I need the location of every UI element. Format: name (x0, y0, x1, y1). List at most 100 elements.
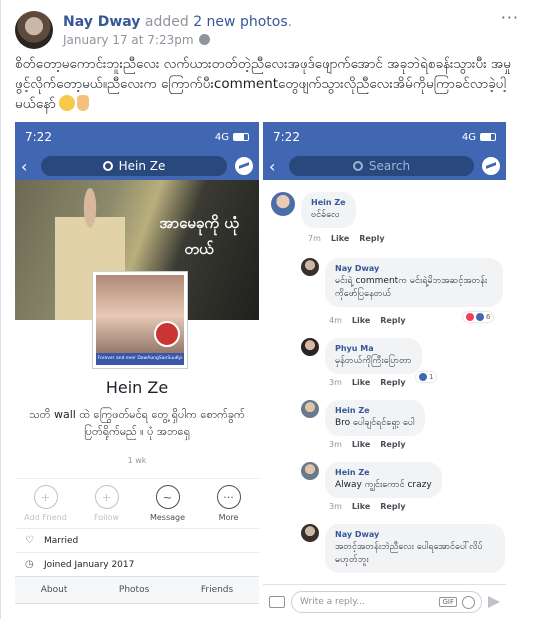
commenter-avatar[interactable] (301, 524, 319, 542)
comment-author[interactable]: Nay Dway (335, 264, 493, 273)
profile-screenshot[interactable]: 7:22 4G ‹ Hein Ze အာမေခုကို ယုံတယ် Forev… (15, 122, 259, 619)
comment-text: အတင့်အတန်းဘဲညီလေး ပေါရအောင်ပေါ်လိပ်မဟုတ်… (335, 542, 483, 565)
search-text: Hein Ze (118, 159, 166, 173)
like-link[interactable]: Like (352, 502, 370, 511)
composer-tools: GIF (439, 595, 475, 609)
grin-emoji-icon (58, 95, 75, 111)
comment-meta: 3m Like Reply (329, 502, 406, 511)
comment-time: 7m (308, 234, 321, 243)
profile-name: Hein Ze (105, 378, 169, 397)
like-reaction-icon (419, 373, 427, 381)
comment-bubble: Nay Dway မင်းရဲ့ commentက မင်းရဲ့မိဘအဆင့်… (325, 258, 503, 307)
commenter-avatar[interactable] (301, 338, 319, 356)
follow-button[interactable]: + Follow (79, 485, 134, 528)
back-arrow-icon[interactable]: ‹ (21, 157, 33, 176)
info-married: ♡ Married (15, 528, 259, 552)
messenger-icon[interactable] (235, 157, 253, 175)
commenter-avatar[interactable] (301, 400, 319, 418)
follow-icon: + (94, 485, 119, 509)
commenter-avatar[interactable] (301, 462, 319, 480)
back-arrow-icon[interactable]: ‹ (269, 157, 281, 176)
like-link[interactable]: Like (331, 234, 349, 243)
commenter-avatar[interactable] (301, 258, 319, 276)
comment-author[interactable]: Hein Ze (311, 198, 346, 207)
globe-icon (198, 34, 210, 45)
message-button[interactable]: ~ Message (140, 485, 195, 528)
action-verb: added (144, 13, 189, 30)
profile-tabs: About Photos Friends (15, 576, 259, 604)
comment-author[interactable]: Hein Ze (335, 406, 415, 415)
comment-text: မှန်တယ်ကိုကြီးပြောတာ (335, 356, 412, 366)
send-icon[interactable] (488, 596, 500, 608)
comment-bubble: Hein Ze Bro ပေါချင်ရင်ရှော့ ပေါ (325, 400, 425, 436)
battery-icon (233, 133, 249, 141)
status-indicators: 4G (462, 132, 496, 143)
reaction-count[interactable]: 6 (463, 312, 494, 322)
nav-bar: ‹ Search (263, 152, 506, 180)
caption-text: စိတ်တော့မကောင်းဘူးညီလေး လက်ယားတတ်တဲ့ညီလေ… (15, 56, 512, 112)
sticker-icon[interactable] (462, 595, 475, 609)
status-time: 7:22 (25, 130, 52, 144)
post-caption: စိတ်တော့မကောင်းဘူးညီလေး လက်ယားတတ်တဲ့ညီလေ… (15, 54, 521, 114)
photos-link[interactable]: 2 new photos (193, 14, 287, 30)
reaction-count[interactable]: 1 (416, 372, 437, 382)
reply-link[interactable]: Reply (380, 378, 405, 387)
reply-link[interactable]: Reply (359, 234, 384, 243)
author-avatar[interactable] (15, 11, 53, 49)
status-indicators: 4G (215, 132, 249, 143)
info-joined-text: Joined January 2017 (44, 559, 135, 570)
reply-link[interactable]: Reply (380, 440, 405, 449)
reply-link[interactable]: Reply (380, 316, 405, 325)
profile-actions: + Add Friend + Follow ~ Message ··· More (15, 478, 259, 528)
comment-author[interactable]: Nay Dway (335, 530, 495, 539)
more-button[interactable]: ··· More (201, 485, 256, 528)
commenter-avatar[interactable] (271, 192, 295, 216)
comment-bubble: Hein Ze Alway ကျွင်းကောင် crazy (325, 462, 442, 498)
comment-author[interactable]: Hein Ze (335, 468, 432, 477)
comment-meta: 3m Like Reply (329, 440, 406, 449)
network-label: 4G (461, 131, 476, 143)
reply-link[interactable]: Reply (380, 502, 405, 511)
reaction-total: 1 (429, 373, 434, 381)
comment-bubble: Hein Ze ဗင်ခ်လေ (301, 192, 356, 228)
comments-screenshot[interactable]: 7:22 4G ‹ Search Hein Ze ဗင်ခ်လေ 7m Like Re… (263, 122, 506, 619)
message-label: Message (149, 513, 186, 522)
comment-author[interactable]: Phyu Ma (335, 344, 412, 353)
post-action: added 2 new photos. (145, 14, 292, 30)
tab-about[interactable]: About (41, 585, 68, 595)
camera-icon[interactable] (269, 596, 285, 608)
more-label: More (218, 513, 239, 522)
comment: Hein Ze Bro ပေါချင်ရင်ရှော့ ပေါ (301, 400, 425, 436)
post-meta: January 17 at 7:23pm (63, 33, 292, 47)
comment: Hein Ze Alway ကျွင်းကောင် crazy (301, 462, 442, 498)
reply-input[interactable]: Write a reply... GIF (291, 591, 482, 613)
like-link[interactable]: Like (352, 440, 370, 449)
reply-placeholder: Write a reply... (300, 597, 365, 607)
comment-meta: 3m Like Reply (329, 378, 406, 387)
comment-text: Bro ပေါချင်ရင်ရှော့ ပေါ (335, 418, 415, 428)
search-bar[interactable]: Search (289, 156, 474, 176)
more-icon: ··· (216, 485, 241, 509)
post-header: Nay Dway added 2 new photos. January 17 … (15, 10, 292, 50)
messenger-icon[interactable] (482, 157, 500, 175)
comment-time: 3m (329, 440, 342, 449)
profile-picture[interactable]: Forever and ever DawAungSanSuuKyi (93, 272, 187, 368)
post-timestamp[interactable]: January 17 at 7:23pm (63, 33, 194, 47)
more-options-icon[interactable]: ··· (501, 8, 519, 27)
like-link[interactable]: Like (352, 378, 370, 387)
gif-icon[interactable]: GIF (439, 597, 457, 607)
add-friend-button[interactable]: + Add Friend (18, 485, 73, 528)
search-bar[interactable]: Hein Ze (41, 156, 227, 176)
comment: Phyu Ma မှန်တယ်ကိုကြီးပြောတာ (301, 338, 422, 374)
heart-icon: ♡ (25, 534, 34, 546)
comment: Nay Dway အတင့်အတန်းဘဲညီလေး ပေါရအောင်ပေါ်လ… (301, 524, 505, 573)
tab-friends[interactable]: Friends (201, 585, 233, 595)
author-name[interactable]: Nay Dway (63, 14, 140, 30)
tab-photos[interactable]: Photos (119, 585, 149, 595)
comment-time: 4m (329, 316, 342, 325)
facebook-post: Nay Dway added 2 new photos. January 17 … (0, 0, 535, 619)
frame-caption: Forever and ever DawAungSanSuuKyi (96, 353, 184, 365)
reaction-total: 6 (486, 313, 491, 321)
like-link[interactable]: Like (352, 316, 370, 325)
follow-label: Follow (93, 513, 120, 522)
